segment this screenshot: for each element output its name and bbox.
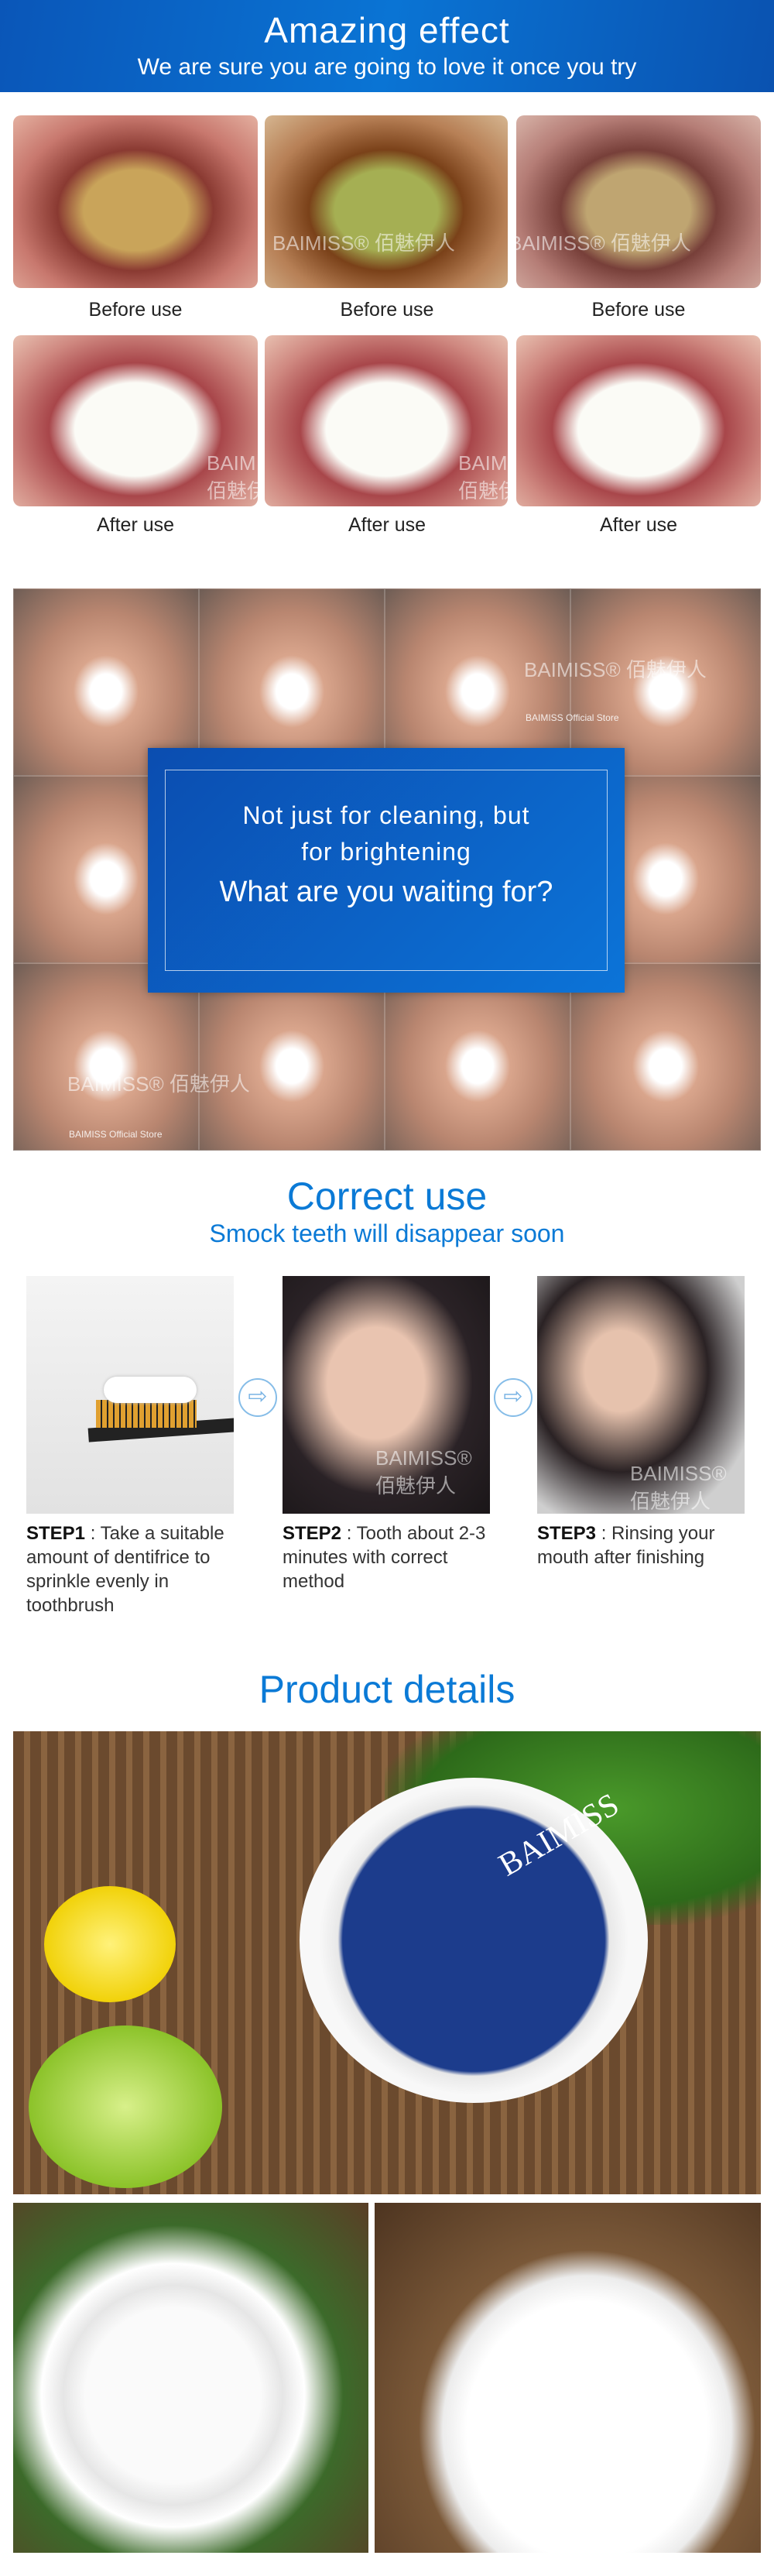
- after-photo-2: BAIMISS® 佰魅伊人: [265, 335, 508, 506]
- watermark: BAIMISS® 佰魅伊人: [67, 1072, 250, 1096]
- watermark: BAIMISS® 佰魅伊人: [207, 451, 258, 503]
- before-label: Before use: [88, 299, 183, 321]
- promo-line-3: What are you waiting for?: [219, 876, 553, 908]
- after-label: After use: [599, 514, 678, 536]
- store-watermark: BAIMISS Official Store: [526, 712, 619, 723]
- product-details-title: Product details: [259, 1668, 515, 1711]
- before-label: Before use: [591, 299, 686, 321]
- store-watermark: BAIMISS Official Store: [69, 1129, 163, 1140]
- header-banner: Amazing effect We are sure you are going…: [0, 0, 774, 92]
- watermark: BAIMISS® 佰魅伊人: [375, 1446, 472, 1497]
- step3-image: BAIMISS® 佰魅伊人: [537, 1276, 745, 1514]
- after-label: After use: [348, 514, 426, 536]
- step1-image: [26, 1276, 234, 1514]
- product-main-photo: BAIMISS: [13, 1731, 761, 2194]
- promo-box: Not just for cleaning, but for brighteni…: [148, 748, 625, 993]
- step2-image: BAIMISS® 佰魅伊人: [283, 1276, 490, 1514]
- correct-use-subtitle: Smock teeth will disappear soon: [209, 1219, 565, 1247]
- before-label: Before use: [340, 299, 434, 321]
- banner-subtitle: We are sure you are going to love it onc…: [137, 54, 637, 80]
- watermark: BAIMISS® 佰魅伊人: [630, 1462, 727, 1513]
- step1-text: STEP1 : Take a suitable amount of dentif…: [26, 1523, 224, 1616]
- arrow-right-icon: ⇨: [238, 1378, 277, 1417]
- before-photo-3: BAIMISS® 佰魅伊人: [516, 115, 761, 288]
- banner-title: Amazing effect: [264, 10, 510, 50]
- watermark: BAIMISS® 佰魅伊人: [272, 232, 455, 255]
- product-powder-photo: [375, 2203, 761, 2553]
- after-photo-3: [516, 335, 761, 506]
- product-open-jar-photo: [13, 2203, 368, 2553]
- watermark: BAIMISS® 佰魅伊人: [524, 658, 707, 681]
- after-label: After use: [96, 514, 175, 536]
- step2-text: STEP2 : Tooth about 2-3 minutes with cor…: [283, 1523, 486, 1592]
- promo-line-2: for brightening: [301, 838, 471, 866]
- arrow-right-icon: ⇨: [494, 1378, 533, 1417]
- before-photo-1: [13, 115, 258, 288]
- after-photo-1: BAIMISS® 佰魅伊人: [13, 335, 258, 506]
- correct-use-title: Correct use: [286, 1175, 488, 1218]
- watermark: BAIMISS® 佰魅伊人: [458, 451, 508, 503]
- watermark: BAIMISS® 佰魅伊人: [516, 232, 691, 255]
- promo-line-1: Not just for cleaning, but: [242, 801, 530, 829]
- before-photo-2: BAIMISS® 佰魅伊人: [265, 115, 508, 288]
- step3-text: STEP3 : Rinsing your mouth after finishi…: [537, 1523, 715, 1568]
